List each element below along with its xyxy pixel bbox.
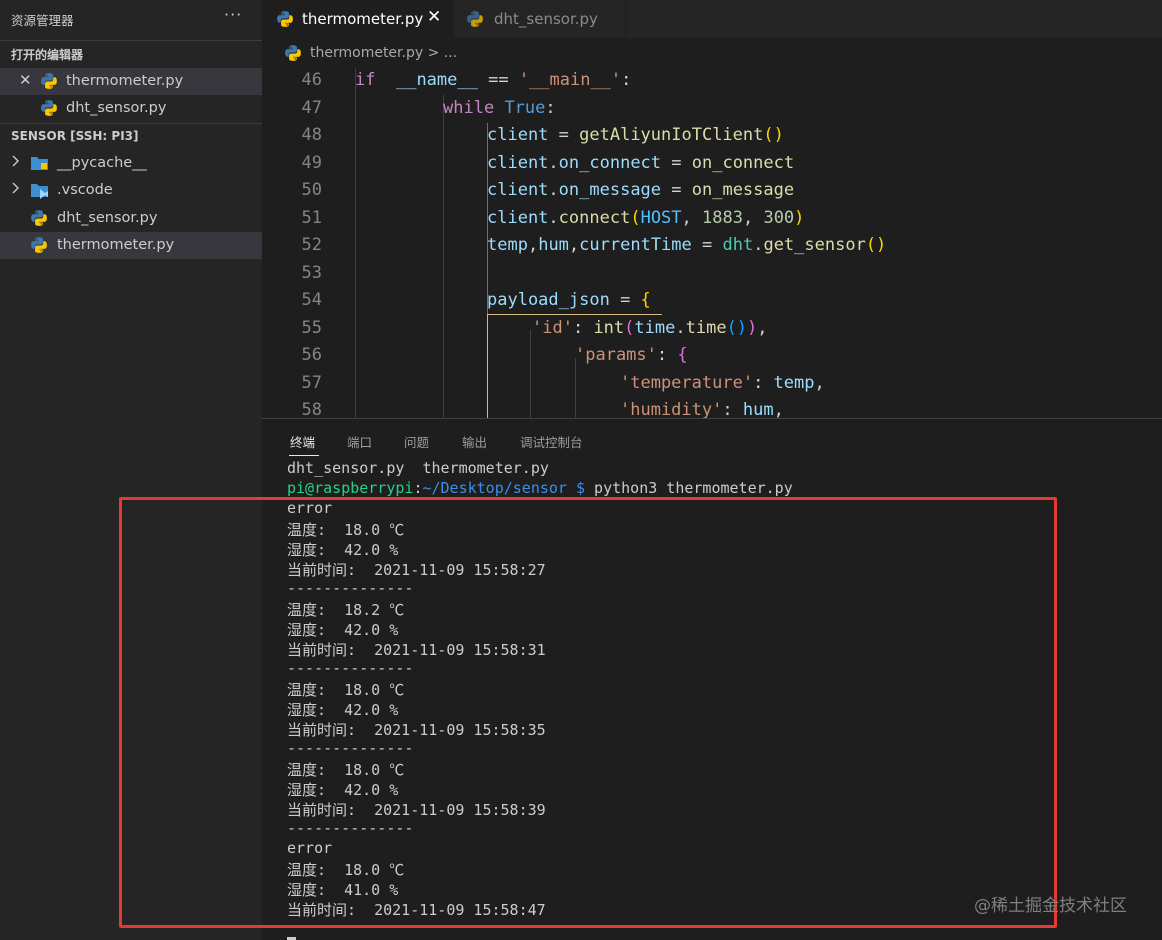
code-text: 'temperature': temp, xyxy=(620,372,825,393)
tree-item-dht-sensor[interactable]: dht_sensor.py xyxy=(0,205,262,232)
watermark: @稀土掘金技术社区 xyxy=(974,896,1127,916)
python-file-icon xyxy=(31,210,47,226)
workspace-title: SENSOR [SSH: PI3] xyxy=(11,129,139,143)
code-text: client = getAliyunIoTClient() xyxy=(487,125,784,145)
code-line: 49 client.on_connect = on_connect xyxy=(262,151,1162,179)
python-file-icon xyxy=(277,11,293,27)
line-number: 46 xyxy=(301,70,322,90)
line-number: 52 xyxy=(301,235,322,255)
highlight-box xyxy=(119,497,1057,928)
open-editor-label: dht_sensor.py xyxy=(66,100,167,116)
code-text: while True: xyxy=(443,97,556,118)
line-number: 49 xyxy=(301,152,322,173)
tree-item-label: .vscode xyxy=(57,182,113,198)
open-editors-section[interactable]: 打开的编辑器 xyxy=(0,40,262,66)
code-line: 47 while True: xyxy=(262,96,1162,124)
tree-item-label: thermometer.py xyxy=(57,237,175,253)
code-text: temp,hum,currentTime = dht.get_sensor() xyxy=(487,235,887,255)
editor-tab-bar: thermometer.py ✕ dht_sensor.py xyxy=(262,0,1162,38)
tab-problems[interactable]: 问题 xyxy=(404,432,429,451)
code-text: client.connect(HOST, 1883, 300) xyxy=(487,207,805,228)
breadcrumb-text: thermometer.py > ... xyxy=(310,45,458,61)
prompt-user: pi@raspberrypi xyxy=(287,479,414,497)
code-line: 50 client.on_message = on_message xyxy=(262,178,1162,206)
line-number: 51 xyxy=(301,207,322,228)
close-icon[interactable]: ✕ xyxy=(19,71,32,89)
tree-item-label: dht_sensor.py xyxy=(57,210,158,226)
line-number: 47 xyxy=(301,97,322,118)
python-file-icon xyxy=(285,45,301,61)
code-line: 51 client.connect(HOST, 1883, 300) xyxy=(262,206,1162,234)
line-number: 48 xyxy=(301,125,322,145)
open-editor-label: thermometer.py xyxy=(66,73,184,89)
code-text: 'id': int(time.time()), xyxy=(532,317,768,338)
line-number: 50 xyxy=(301,180,322,200)
close-icon[interactable]: ✕ xyxy=(427,7,441,27)
chevron-right-icon xyxy=(12,182,19,194)
explorer-title: 资源管理器 xyxy=(11,13,74,28)
open-editors-title: 打开的编辑器 xyxy=(11,48,84,62)
code-text: client.on_message = on_message xyxy=(487,180,795,200)
python-file-icon xyxy=(41,100,57,116)
code-text: client.on_connect = on_connect xyxy=(487,152,795,173)
open-editor-item-thermometer[interactable]: ✕ thermometer.py xyxy=(0,68,262,95)
code-line: 46 if __name__ == '__main__': xyxy=(262,68,1162,96)
folder-pycache-icon xyxy=(31,157,48,170)
tab-label: thermometer.py xyxy=(302,10,424,28)
prompt-path: ~/Desktop/sensor $ xyxy=(422,479,586,497)
code-line: 48 client = getAliyunIoTClient() xyxy=(262,123,1162,151)
tree-item-thermometer[interactable]: thermometer.py xyxy=(0,232,262,259)
code-line: 55 'id': int(time.time()), xyxy=(262,316,1162,344)
tab-output[interactable]: 输出 xyxy=(462,432,487,451)
workspace-section[interactable]: SENSOR [SSH: PI3] xyxy=(0,123,262,149)
tab-dht-sensor[interactable]: dht_sensor.py xyxy=(454,0,626,38)
terminal-prompt-line: pi@raspberrypi:~/Desktop/sensor $ python… xyxy=(287,479,793,497)
terminal-line: dht_sensor.py thermometer.py xyxy=(287,459,549,477)
tree-item-label: __pycache__ xyxy=(57,155,147,171)
tab-ports[interactable]: 端口 xyxy=(347,432,372,451)
code-line: 52 temp,hum,currentTime = dht.get_sensor(… xyxy=(262,233,1162,261)
code-text: payload_json = { xyxy=(487,290,651,310)
code-line: 57 'temperature': temp, xyxy=(262,371,1162,399)
breadcrumb[interactable]: thermometer.py > ... xyxy=(262,38,1162,68)
code-editor[interactable]: 46 if __name__ == '__main__': 47 while True… xyxy=(262,68,1162,418)
code-text: 'params': { xyxy=(575,345,688,365)
line-number: 53 xyxy=(301,262,322,283)
code-line: 53 xyxy=(262,261,1162,289)
tree-item-vscode[interactable]: .vscode xyxy=(0,177,262,204)
tab-label: dht_sensor.py xyxy=(494,10,598,28)
more-actions-icon[interactable]: ··· xyxy=(224,5,242,24)
line-number: 55 xyxy=(301,317,322,338)
code-line: 54 payload_json = { xyxy=(262,288,1162,316)
python-file-icon xyxy=(41,73,57,89)
line-number: 57 xyxy=(301,372,322,393)
terminal-command: python3 thermometer.py xyxy=(585,479,793,497)
chevron-right-icon xyxy=(12,155,19,167)
tab-thermometer[interactable]: thermometer.py ✕ xyxy=(262,0,454,38)
tab-debug-console[interactable]: 调试控制台 xyxy=(520,432,583,451)
line-number: 56 xyxy=(301,345,322,365)
active-tab-indicator xyxy=(289,455,319,456)
tree-item-pycache[interactable]: __pycache__ xyxy=(0,150,262,177)
explorer-header: 资源管理器 ··· xyxy=(0,0,262,36)
folder-vscode-icon xyxy=(31,184,48,199)
code-line: 56 'params': { xyxy=(262,343,1162,371)
code-text: 'humidity': hum, xyxy=(620,400,784,418)
python-file-icon xyxy=(31,237,47,253)
code-line: 58 'humidity': hum, xyxy=(262,398,1162,418)
line-number: 58 xyxy=(301,400,322,418)
line-number: 54 xyxy=(301,290,322,310)
tab-terminal[interactable]: 终端 xyxy=(290,432,315,451)
python-file-icon xyxy=(467,11,483,27)
code-text: if __name__ == '__main__': xyxy=(355,70,632,90)
open-editor-item-dht-sensor[interactable]: dht_sensor.py xyxy=(0,95,262,122)
